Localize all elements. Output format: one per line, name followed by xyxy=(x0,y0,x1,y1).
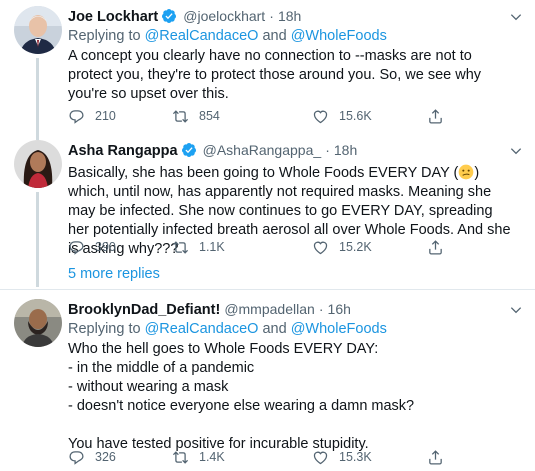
like-count: 15.3K xyxy=(339,450,372,464)
more-replies-row[interactable]: 5 more replies xyxy=(0,260,535,290)
share-icon xyxy=(429,239,442,255)
like-button[interactable]: 15.3K xyxy=(312,447,372,467)
retweet-button[interactable]: 1.1K xyxy=(172,237,225,257)
reply-and: and xyxy=(258,321,291,337)
heart-icon xyxy=(313,241,328,254)
timestamp[interactable]: 18h xyxy=(278,8,301,24)
handle[interactable]: @mmpadellan xyxy=(224,301,314,317)
replying-to: Replying to @RealCandaceO and @WholeFood… xyxy=(68,320,511,339)
like-button[interactable]: 15.2K xyxy=(312,237,372,257)
reply-and: and xyxy=(258,28,291,44)
avatar[interactable] xyxy=(14,140,62,188)
reply-icon xyxy=(69,109,84,124)
share-icon xyxy=(429,108,442,124)
separator-dot: · xyxy=(318,301,324,317)
tweet-header: Joe Lockhart @joelockhart · 18h xyxy=(68,6,511,26)
retweet-count: 854 xyxy=(199,109,220,123)
chevron-down-icon[interactable] xyxy=(509,303,523,317)
reply-prefix: Replying to xyxy=(68,321,145,337)
tweet-text: Who the hell goes to Whole Foods EVERY D… xyxy=(68,341,415,452)
tweet-text-part: Basically, she has been going to Whole F… xyxy=(68,165,459,181)
share-button[interactable] xyxy=(427,237,454,257)
like-button[interactable]: 15.6K xyxy=(312,106,372,126)
display-name[interactable]: Joe Lockhart xyxy=(68,9,158,25)
tweet-actions: 326 1.4K 15.3K xyxy=(68,447,468,467)
mention-link[interactable]: @RealCandaceO xyxy=(145,321,259,337)
retweet-button[interactable]: 1.4K xyxy=(172,447,225,467)
retweet-icon xyxy=(172,240,189,254)
like-count: 15.6K xyxy=(339,109,372,123)
tweet-joe-lockhart[interactable]: Joe Lockhart @joelockhart · 18h Replying… xyxy=(0,0,535,134)
more-replies-link[interactable]: 5 more replies xyxy=(68,266,160,282)
retweet-button[interactable]: 854 xyxy=(172,106,220,126)
timestamp[interactable]: 18h xyxy=(334,142,357,158)
tweet-actions: 210 854 15.6K xyxy=(68,106,468,126)
share-button[interactable] xyxy=(427,106,454,126)
retweet-icon xyxy=(172,450,189,464)
display-name[interactable]: Asha Rangappa xyxy=(68,143,178,159)
share-button[interactable] xyxy=(427,447,454,467)
heart-icon xyxy=(313,451,328,464)
reply-icon xyxy=(69,450,84,465)
reply-prefix: Replying to xyxy=(68,28,145,44)
retweet-icon xyxy=(172,109,189,123)
reply-icon xyxy=(69,240,84,255)
share-icon xyxy=(429,449,442,465)
reply-count: 210 xyxy=(95,109,116,123)
verified-badge-icon xyxy=(162,9,177,23)
separator-dot: · xyxy=(269,8,274,24)
handle[interactable]: @joelockhart xyxy=(183,8,265,24)
chevron-down-icon[interactable] xyxy=(509,10,523,24)
separator-dot: · xyxy=(325,142,330,158)
handle[interactable]: @AshaRangappa_ xyxy=(203,142,322,158)
thread-dots xyxy=(36,262,39,280)
timestamp[interactable]: 16h xyxy=(328,301,351,317)
reply-button[interactable]: 326 xyxy=(68,447,116,467)
chevron-down-icon[interactable] xyxy=(509,144,523,158)
tweet-header: BrooklynDad_Defiant! @mmpadellan · 16h xyxy=(68,299,511,319)
reply-count: 390 xyxy=(95,240,116,254)
replying-to: Replying to @RealCandaceO and @WholeFood… xyxy=(68,27,511,46)
thread-line xyxy=(36,58,39,134)
tweet-brooklyndad[interactable]: BrooklynDad_Defiant! @mmpadellan · 16h R… xyxy=(0,289,535,471)
retweet-count: 1.4K xyxy=(199,450,225,464)
reply-count: 326 xyxy=(95,450,116,464)
verified-badge-icon xyxy=(181,143,196,157)
mention-link[interactable]: @WholeFoods xyxy=(291,28,387,44)
like-count: 15.2K xyxy=(339,240,372,254)
display-name[interactable]: BrooklynDad_Defiant! xyxy=(68,302,220,318)
mention-link[interactable]: @WholeFoods xyxy=(291,321,387,337)
mention-link[interactable]: @RealCandaceO xyxy=(145,28,259,44)
reply-button[interactable]: 390 xyxy=(68,237,116,257)
avatar[interactable] xyxy=(14,6,62,54)
confused-face-icon xyxy=(459,164,474,180)
tweet-text: A concept you clearly have no connection… xyxy=(68,48,486,102)
avatar[interactable] xyxy=(14,299,62,347)
heart-icon xyxy=(313,110,328,123)
reply-button[interactable]: 210 xyxy=(68,106,116,126)
retweet-count: 1.1K xyxy=(199,240,225,254)
tweet-actions: 390 1.1K 15.2K xyxy=(68,237,468,257)
tweet-header: Asha Rangappa @AshaRangappa_ · 18h xyxy=(68,140,511,160)
